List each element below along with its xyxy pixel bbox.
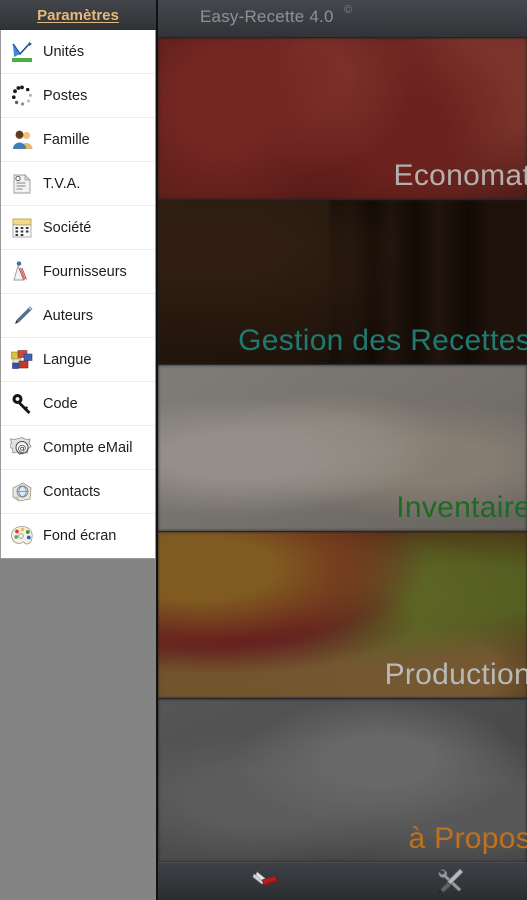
sidebar-item-famille[interactable]: Famille — [1, 118, 155, 162]
sidebar-item-societe[interactable]: Société — [1, 206, 155, 250]
sidebar-item-fond-ecran[interactable]: Fond écran — [1, 514, 155, 558]
flags-icon — [9, 347, 35, 373]
sidebar-item-label: Langue — [43, 351, 92, 368]
main-content: Easy-Recette 4.0 © Economat Gestion des … — [158, 0, 527, 900]
sidebar-item-code[interactable]: Code — [1, 382, 155, 426]
pen-icon — [9, 303, 35, 329]
contacts-globe-icon — [9, 479, 35, 505]
panel-label-a-propos: à Propos — [408, 822, 527, 855]
panel-label-economat: Economat — [393, 159, 527, 192]
panel-economat[interactable]: Economat — [158, 38, 527, 200]
sidebar-item-label: Code — [43, 395, 78, 412]
sidebar-item-label: Postes — [43, 87, 88, 104]
sidebar-item-unites[interactable]: Unités — [1, 30, 155, 74]
documents-icon — [9, 171, 35, 197]
panel-label-production: Production — [384, 658, 527, 691]
sidebar-item-label: Société — [43, 219, 92, 236]
panel-a-propos[interactable]: à Propos — [158, 699, 527, 862]
sidebar-item-label: T.V.A. — [43, 175, 81, 192]
tools-wrench-screwdriver-icon — [436, 866, 466, 899]
email-at-icon: @ — [9, 435, 35, 461]
panel-label-gestion-des-recettes: Gestion des Recettes — [238, 324, 527, 357]
sidebar-item-label: Unités — [43, 43, 85, 60]
sidebar-item-label: Fond écran — [43, 528, 117, 544]
panel-gestion-des-recettes[interactable]: Gestion des Recettes — [158, 200, 527, 365]
sidebar-item-label: Fournisseurs — [43, 263, 127, 280]
sidebar-item-label: Compte eMail — [43, 439, 133, 456]
copyright-symbol: © — [344, 4, 353, 16]
key-icon — [9, 391, 35, 417]
svg-text:@: @ — [18, 444, 27, 454]
building-icon — [9, 215, 35, 241]
sidebar-item-label: Auteurs — [43, 307, 93, 324]
app-root: Easy-Recette 4.0 © Economat Gestion des … — [0, 0, 527, 900]
sidebar-item-tva[interactable]: T.V.A. — [1, 162, 155, 206]
bottom-toolbar — [158, 862, 527, 900]
palette-icon — [9, 523, 35, 549]
spinner-dots-icon — [9, 83, 35, 109]
tools-settings-button[interactable] — [396, 863, 506, 900]
chart-icon — [9, 39, 35, 65]
panel-inventaire[interactable]: Inventaire — [158, 365, 527, 532]
sidebar-menu-list: Unités Postes Famille T.V.A. Société Fou… — [0, 30, 156, 559]
sidebar-item-label: Contacts — [43, 483, 101, 500]
sidebar-title: Paramètres — [37, 6, 119, 24]
app-title: Easy-Recette 4.0 — [200, 7, 334, 26]
supplier-icon — [9, 259, 35, 285]
panel-production[interactable]: Production — [158, 532, 527, 699]
sidebar-header: Paramètres — [0, 0, 156, 30]
people-icon — [9, 127, 35, 153]
pocket-knife-button[interactable] — [210, 863, 320, 900]
sidebar-item-contacts[interactable]: Contacts — [1, 470, 155, 514]
sidebar-item-langue[interactable]: Langue — [1, 338, 155, 382]
settings-sidebar: Paramètres Unités Postes Famille T.V.A. … — [0, 0, 158, 900]
sidebar-item-postes[interactable]: Postes — [1, 74, 155, 118]
sidebar-item-compte-email[interactable]: @ Compte eMail — [1, 426, 155, 470]
panel-label-inventaire: Inventaire — [396, 491, 527, 524]
sidebar-item-auteurs[interactable]: Auteurs — [1, 294, 155, 338]
menu-panel-list: Economat Gestion des Recettes Inventaire… — [158, 38, 527, 862]
pocket-knife-icon — [250, 868, 280, 897]
sidebar-item-fournisseurs[interactable]: Fournisseurs — [1, 250, 155, 294]
top-app-bar: Easy-Recette 4.0 © — [158, 0, 527, 38]
sidebar-item-label: Famille — [43, 131, 90, 148]
